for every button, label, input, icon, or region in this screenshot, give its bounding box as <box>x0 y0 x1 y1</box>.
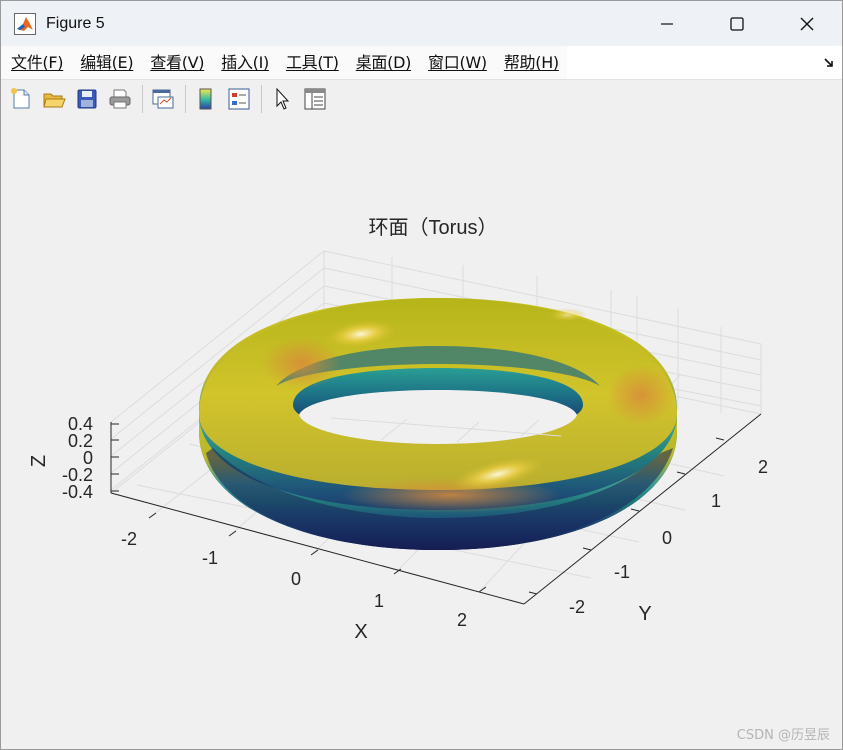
minimize-button[interactable] <box>632 1 702 46</box>
menu-edit[interactable]: 编辑(E) <box>71 46 141 79</box>
new-figure-button[interactable] <box>7 85 35 113</box>
dock-figure-icon[interactable] <box>822 56 836 70</box>
pointer-icon <box>276 87 290 110</box>
legend-icon <box>228 88 250 110</box>
y-tick-label: -1 <box>614 562 630 582</box>
menu-desktop[interactable]: 桌面(D) <box>347 46 419 79</box>
legend-button[interactable] <box>225 85 253 113</box>
property-editor-button[interactable] <box>301 85 329 113</box>
x-tick-label: 0 <box>291 569 301 589</box>
z-tick-label: -0.4 <box>62 482 93 502</box>
x-tick-label: -1 <box>202 548 218 568</box>
open-file-button[interactable] <box>40 85 68 113</box>
figure-canvas[interactable]: 环面（Torus） 0.4 0.2 0 -0.2 -0.4 Z -2 -1 0 … <box>1 118 842 749</box>
x-tick-label: 1 <box>374 591 384 611</box>
plot-title: 环面（Torus） <box>369 216 498 239</box>
matlab-logo-icon <box>14 12 36 35</box>
axes-3d[interactable]: 环面（Torus） 0.4 0.2 0 -0.2 -0.4 Z -2 -1 0 … <box>1 118 842 749</box>
print-icon <box>109 89 131 109</box>
save-button[interactable] <box>73 85 101 113</box>
menu-insert[interactable]: 插入(I) <box>212 46 277 79</box>
open-file-icon <box>43 93 66 108</box>
menu-window[interactable]: 窗口(W) <box>419 46 495 79</box>
x-tick-label: 2 <box>457 610 467 630</box>
menu-view[interactable]: 查看(V) <box>141 46 212 79</box>
x-tick-label: -2 <box>121 529 137 549</box>
menu-tools[interactable]: 工具(T) <box>277 46 347 79</box>
edit-plot-button[interactable] <box>268 85 296 113</box>
y-tick-label: 0 <box>662 528 672 548</box>
menu-bar: 文件(F) 编辑(E) 查看(V) 插入(I) 工具(T) 桌面(D) 窗口(W… <box>1 46 842 80</box>
watermark: CSDN @历昱辰 <box>736 728 830 743</box>
maximize-button[interactable] <box>702 1 772 46</box>
link-plot-button[interactable] <box>149 85 177 113</box>
maximize-icon <box>730 16 744 31</box>
colorbar-button[interactable] <box>192 85 220 113</box>
toolbar-separator <box>185 85 186 113</box>
menu-items: 文件(F) 编辑(E) 查看(V) 插入(I) 工具(T) 桌面(D) 窗口(W… <box>1 46 567 79</box>
y-axis-label: Y <box>638 603 651 625</box>
y-tick-label: -2 <box>569 597 585 617</box>
toolbar-separator <box>142 85 143 113</box>
minimize-icon <box>661 22 673 25</box>
menu-help[interactable]: 帮助(H) <box>495 46 567 79</box>
colorbar-icon <box>199 88 212 110</box>
x-axis-label: X <box>354 621 367 643</box>
figure-toolbar <box>1 80 842 119</box>
link-plot-icon <box>152 89 174 109</box>
torus-surface <box>199 298 677 550</box>
z-axis-label: Z <box>28 455 50 467</box>
print-button[interactable] <box>106 85 134 113</box>
property-editor-icon <box>304 88 326 110</box>
save-icon <box>77 89 97 109</box>
close-icon <box>800 17 814 30</box>
menu-file[interactable]: 文件(F) <box>1 46 71 79</box>
figure-window: Figure 5 文件(F) 编辑(E) 查看(V) 插入(I) 工具(T) 桌… <box>0 0 843 750</box>
y-tick-label: 2 <box>758 457 768 477</box>
window-title: Figure 5 <box>46 14 105 32</box>
close-button[interactable] <box>772 1 842 46</box>
title-bar[interactable]: Figure 5 <box>1 1 842 46</box>
new-figure-icon <box>11 88 30 109</box>
toolbar-separator <box>261 85 262 113</box>
y-tick-label: 1 <box>711 491 721 511</box>
